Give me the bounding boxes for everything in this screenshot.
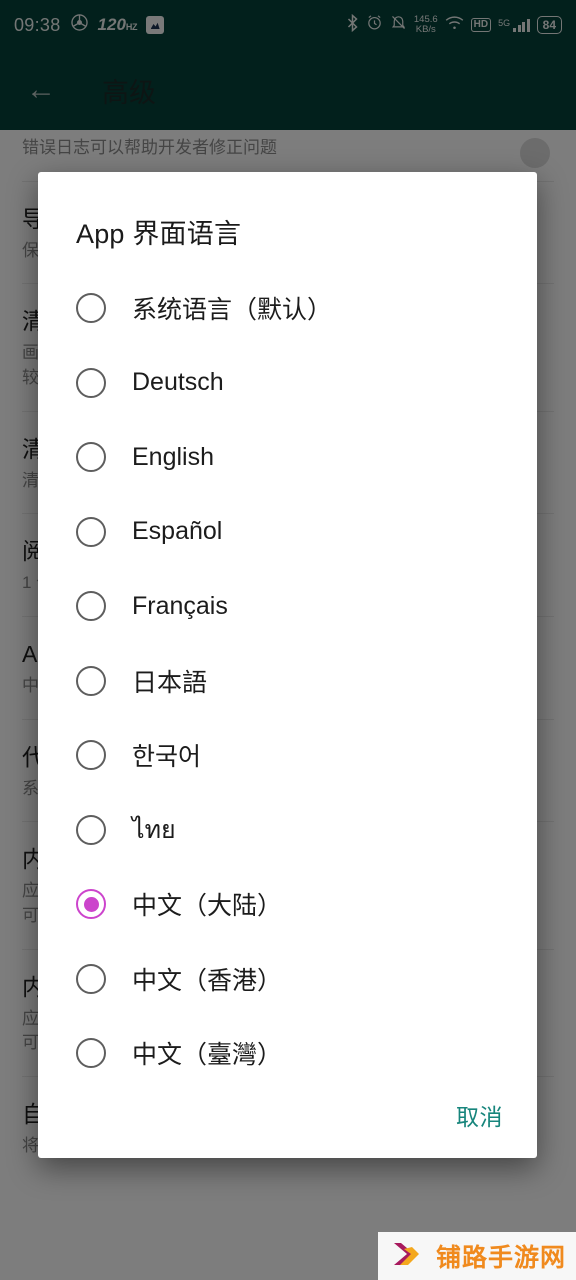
radio-button-selected-icon[interactable] <box>76 889 106 920</box>
language-option-thai[interactable]: ไทย <box>38 793 537 868</box>
radio-button-icon[interactable] <box>76 367 106 398</box>
language-option-japanese[interactable]: 日本語 <box>38 644 537 719</box>
watermark: 铺路手游网 <box>378 1232 576 1280</box>
double-chevron-icon <box>390 1239 430 1274</box>
cancel-button[interactable]: 取消 <box>456 1104 503 1130</box>
language-option-korean[interactable]: 한국어 <box>38 718 537 793</box>
watermark-text: 铺路手游网 <box>436 1244 567 1272</box>
language-dialog: App 界面语言 系统语言（默认） Deutsch English Españo… <box>38 172 537 1158</box>
language-option-label: ไทย <box>132 815 176 844</box>
language-option-espanol[interactable]: Español <box>38 495 537 570</box>
language-option-label: 中文（臺灣） <box>132 1041 283 1070</box>
language-option-label: English <box>132 442 214 471</box>
language-option-system[interactable]: 系统语言（默认） <box>38 271 537 346</box>
language-option-francais[interactable]: Français <box>38 569 537 644</box>
radio-button-icon[interactable] <box>76 814 106 845</box>
language-option-label: Español <box>132 517 223 546</box>
language-option-list: 系统语言（默认） Deutsch English Español Françai… <box>38 255 537 1098</box>
radio-button-icon[interactable] <box>76 591 106 622</box>
radio-button-icon[interactable] <box>76 740 106 771</box>
dialog-title: App 界面语言 <box>76 219 242 249</box>
language-option-label: Français <box>132 591 228 620</box>
language-option-english[interactable]: English <box>38 420 537 495</box>
language-option-deutsch[interactable]: Deutsch <box>38 346 537 421</box>
radio-button-icon[interactable] <box>76 293 106 324</box>
radio-button-icon[interactable] <box>76 665 106 696</box>
language-option-label: 中文（大陆） <box>132 892 283 921</box>
language-option-label: Deutsch <box>132 368 224 397</box>
language-option-chinese-hongkong[interactable]: 中文（香港） <box>38 942 537 1017</box>
language-option-label: 中文（香港） <box>132 966 283 995</box>
radio-button-icon[interactable] <box>76 516 106 547</box>
radio-button-icon[interactable] <box>76 963 106 994</box>
language-option-label: 系统语言（默认） <box>132 296 333 325</box>
radio-button-icon[interactable] <box>76 1038 106 1069</box>
language-option-label: 한국어 <box>132 743 202 772</box>
language-option-chinese-taiwan[interactable]: 中文（臺灣） <box>38 1016 537 1091</box>
language-option-label: 日本語 <box>132 668 208 697</box>
dialog-actions: 取消 <box>38 1098 537 1158</box>
radio-button-icon[interactable] <box>76 442 106 473</box>
language-option-chinese-mainland[interactable]: 中文（大陆） <box>38 867 537 942</box>
